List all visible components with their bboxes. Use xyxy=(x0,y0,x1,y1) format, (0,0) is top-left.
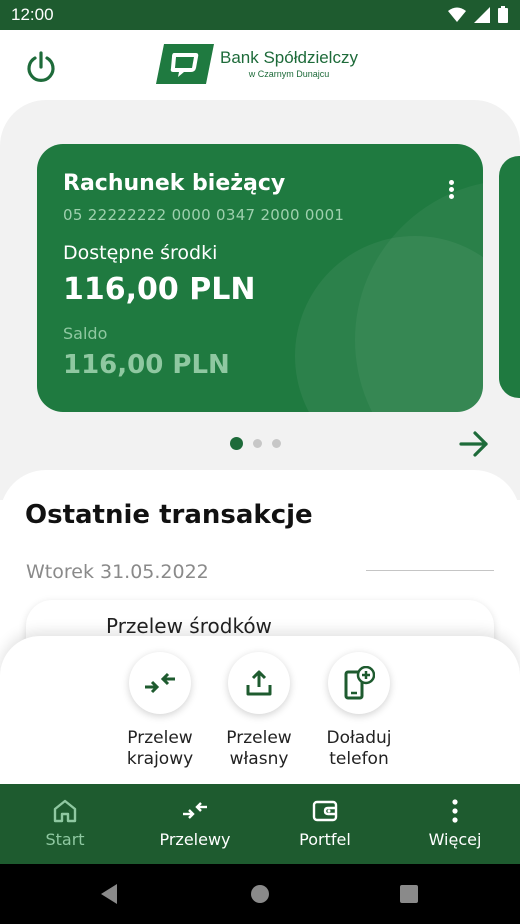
phone-topup-circle[interactable] xyxy=(328,652,390,714)
bank-name: Bank Spółdzielczy xyxy=(220,48,358,67)
status-icons xyxy=(448,6,508,23)
carousel-dot[interactable] xyxy=(272,439,281,448)
phone-topup-button[interactable]: Doładuj telefon xyxy=(309,652,409,770)
status-time: 12:00 xyxy=(11,5,54,24)
action-label-line: własny xyxy=(229,749,289,769)
quick-actions-sheet: Przelew krajowy Przelew własny Doładuj t… xyxy=(0,636,520,788)
signal-icon xyxy=(474,6,490,23)
bank-subtitle: w Czarnym Dunajcu xyxy=(248,69,330,79)
own-transfer-circle[interactable] xyxy=(228,652,290,714)
logout-button[interactable] xyxy=(22,48,60,86)
power-icon xyxy=(27,51,55,82)
bottom-nav: Start Przelewy Portfel Więcej xyxy=(0,784,520,864)
recents-icon[interactable] xyxy=(400,885,418,903)
nav-label: Start xyxy=(45,830,85,849)
nav-portfel[interactable]: Portfel xyxy=(260,784,390,864)
carousel-dot[interactable] xyxy=(253,439,262,448)
system-nav-bar xyxy=(0,864,520,924)
bank-logo-icon xyxy=(156,44,214,84)
available-funds-label: Dostępne środki xyxy=(63,242,218,264)
transactions-title: Ostatnie transakcje xyxy=(25,500,313,530)
wallet-icon xyxy=(312,800,338,822)
nav-label: Portfel xyxy=(299,830,351,849)
home-icon xyxy=(53,799,77,823)
domestic-transfer-circle[interactable] xyxy=(129,652,191,714)
upload-icon xyxy=(246,670,272,696)
divider xyxy=(366,570,494,571)
action-label-line: krajowy xyxy=(126,749,194,769)
account-card[interactable]: Rachunek bieżący 05 22222222 0000 0347 2… xyxy=(37,144,483,412)
action-label: Doładuj telefon xyxy=(309,728,409,770)
transaction-title: Przelew środków xyxy=(106,614,272,638)
home-circle-icon[interactable] xyxy=(250,884,270,904)
carousel-indicator xyxy=(230,437,281,450)
more-vertical-icon[interactable] xyxy=(447,180,455,202)
balance-label: Saldo xyxy=(63,324,108,343)
nav-przelewy[interactable]: Przelewy xyxy=(130,784,260,864)
nav-label: Więcej xyxy=(428,830,482,849)
action-label: Przelew własny xyxy=(209,728,309,770)
arrow-right-icon[interactable] xyxy=(458,430,490,458)
nav-label: Przelewy xyxy=(159,830,231,849)
domestic-transfer-button[interactable]: Przelew krajowy xyxy=(110,652,210,770)
back-icon[interactable] xyxy=(99,883,119,905)
account-number: 05 22222222 0000 0347 2000 0001 xyxy=(63,206,345,224)
action-label: Przelew krajowy xyxy=(110,728,210,770)
nav-wiecej[interactable]: Więcej xyxy=(390,784,520,864)
action-label-line: Przelew xyxy=(127,728,193,748)
balance-value: 116,00 PLN xyxy=(63,350,230,380)
transfer-arrows-icon xyxy=(145,672,175,694)
carousel-dot-active[interactable] xyxy=(230,437,243,450)
wifi-icon xyxy=(448,7,466,22)
bank-logo: Bank Spółdzielczy w Czarnym Dunajcu xyxy=(156,44,358,84)
action-label-line: telefon xyxy=(329,749,389,769)
app-header: Bank Spółdzielczy w Czarnym Dunajcu xyxy=(0,30,520,102)
accounts-panel: Rachunek bieżący 05 22222222 0000 0347 2… xyxy=(0,100,520,500)
transactions-date: Wtorek 31.05.2022 xyxy=(26,561,209,583)
more-vertical-icon xyxy=(452,799,458,823)
phone-topup-icon xyxy=(344,666,375,700)
action-label-line: Doładuj xyxy=(326,728,392,748)
available-funds-value: 116,00 PLN xyxy=(63,272,256,307)
account-title: Rachunek bieżący xyxy=(63,171,286,196)
nav-start[interactable]: Start xyxy=(0,784,130,864)
battery-icon xyxy=(498,6,508,23)
transfer-arrows-icon xyxy=(183,802,207,819)
action-label-line: Przelew xyxy=(226,728,292,748)
next-account-card[interactable] xyxy=(499,156,520,398)
own-transfer-button[interactable]: Przelew własny xyxy=(209,652,309,770)
status-bar: 12:00 xyxy=(0,0,520,30)
card-decoration xyxy=(295,236,483,412)
